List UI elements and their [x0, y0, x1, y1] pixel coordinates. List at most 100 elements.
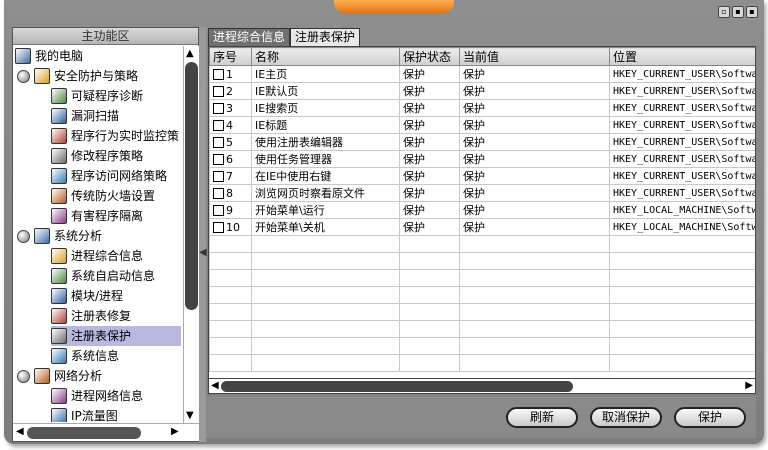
- row-checkbox[interactable]: [213, 153, 224, 165]
- table-row[interactable]: 3 IE搜索页 保护 保护 HKEY_CURRENT_USER\Software: [209, 99, 755, 117]
- table-row[interactable]: 9开始菜单\运行保护保护HKEY_LOCAL_MACHINE\Software: [209, 201, 755, 219]
- scroll-right-icon[interactable]: ▶: [745, 380, 753, 391]
- table-horizontal-scrollbar[interactable]: ◀ ▶: [208, 378, 756, 394]
- window-controls: ▫ ▪ ▪: [718, 6, 758, 18]
- row-number: 8: [226, 186, 233, 200]
- row-checkbox[interactable]: [213, 221, 224, 233]
- scroll-left-icon[interactable]: ◀: [16, 426, 24, 437]
- tree-item[interactable]: 修改程序策略: [51, 146, 143, 166]
- cell-name: 开始菜单\运行: [251, 201, 400, 219]
- close-icon[interactable]: ▪: [746, 6, 758, 18]
- cell-name: IE搜索页: [251, 99, 400, 117]
- scroll-thumb[interactable]: [185, 62, 198, 310]
- scroll-left-icon[interactable]: ◀: [211, 380, 219, 391]
- row-number-cell[interactable]: 4: [209, 116, 252, 134]
- scroll-thumb[interactable]: [221, 381, 573, 392]
- row-checkbox[interactable]: [213, 102, 224, 114]
- tree-item[interactable]: 模块/进程: [51, 286, 123, 306]
- row-checkbox[interactable]: [213, 85, 224, 97]
- tree-item[interactable]: 传统防火墙设置: [51, 186, 155, 206]
- column-header[interactable]: 名称: [251, 47, 400, 66]
- expand-toggle-icon[interactable]: [17, 369, 30, 383]
- table-row[interactable]: 5 使用注册表编辑器 保护 保护 HKEY_CURRENT_USER\Software: [209, 133, 755, 151]
- refresh-button[interactable]: 刷新: [506, 407, 578, 428]
- table-header-row: 序号 名称 保护状态 当前值 位置: [209, 47, 755, 66]
- tree-item[interactable]: 系统信息: [51, 346, 119, 366]
- expand-toggle-icon[interactable]: [17, 69, 30, 83]
- cell-status: 保护: [399, 82, 460, 100]
- magnifier-icon: [51, 108, 67, 124]
- scroll-thumb[interactable]: [27, 427, 141, 439]
- table-row[interactable]: 7 在IE中使用右键 保护 保护 HKEY_CURRENT_USER\Software: [209, 167, 755, 185]
- tree-item[interactable]: 进程网络信息: [51, 386, 143, 406]
- panel-splitter[interactable]: ◀: [199, 27, 207, 442]
- protect-button[interactable]: 保护: [674, 407, 746, 428]
- tree-vertical-scrollbar[interactable]: ▲ ▼: [183, 46, 199, 423]
- cell-value: 保护: [459, 150, 610, 168]
- tree-item[interactable]: 系统自启动信息: [51, 266, 155, 286]
- column-header[interactable]: 当前值: [459, 47, 610, 66]
- tree-item[interactable]: 程序访问网络策略: [51, 166, 167, 186]
- cell-name: 使用注册表编辑器: [251, 133, 400, 151]
- tree-item[interactable]: 可疑程序诊断: [51, 86, 143, 106]
- main-function-panel: 主功能区 我的电脑安全防护与策略可疑程序诊断 漏洞扫描 程序行为实时监控策 修改程序策…: [12, 27, 199, 442]
- tree-item[interactable]: 有害程序隔离: [51, 206, 143, 226]
- collapse-arrow-icon[interactable]: ◀: [199, 247, 207, 258]
- tree-item[interactable]: 注册表保护: [51, 326, 181, 346]
- table-row[interactable]: 4 IE标题 保护 保护 HKEY_CURRENT_USER\Software: [209, 116, 755, 134]
- tree-item[interactable]: IP流量图: [51, 406, 118, 422]
- expand-toggle-icon[interactable]: [17, 229, 30, 243]
- row-number-cell[interactable]: 1: [209, 65, 252, 83]
- panel-header: 主功能区: [13, 28, 198, 45]
- row-number-cell[interactable]: 2: [209, 82, 252, 100]
- row-number: 10: [226, 220, 240, 234]
- row-checkbox[interactable]: [213, 170, 224, 182]
- row-number-cell[interactable]: 3: [209, 99, 252, 117]
- table-row[interactable]: 10开始菜单\关机保护保护HKEY_LOCAL_MACHINE\Software: [209, 218, 755, 236]
- scroll-down-icon[interactable]: ▼: [186, 410, 194, 421]
- table-row[interactable]: 8 浏览网页时察看原文件 保护 保护 HKEY_CURRENT_USER\Softwar…: [209, 184, 755, 202]
- row-number-cell[interactable]: 10: [209, 218, 252, 236]
- tree-item[interactable]: 我的电脑: [15, 46, 83, 66]
- cell-name: 在IE中使用右键: [251, 167, 400, 185]
- tree-item[interactable]: 安全防护与策略: [17, 66, 138, 86]
- row-number-cell[interactable]: 5: [209, 133, 252, 151]
- maximize-icon[interactable]: ▪: [732, 6, 744, 18]
- scroll-up-icon[interactable]: ▲: [186, 48, 194, 59]
- column-header[interactable]: 保护状态: [399, 47, 460, 66]
- tab-registry-protect[interactable]: 注册表保护: [290, 28, 361, 46]
- row-checkbox[interactable]: [213, 119, 224, 131]
- column-header[interactable]: 序号: [209, 47, 252, 66]
- table-row[interactable]: 2 IE默认页 保护 保护 HKEY_CURRENT_USER\Software: [209, 82, 755, 100]
- tree-horizontal-scrollbar[interactable]: ◀ ▶: [13, 423, 199, 441]
- restore-icon[interactable]: ▫: [718, 6, 730, 18]
- tree-item[interactable]: 系统分析: [17, 226, 102, 246]
- tab-strip: 进程综合信息 注册表保护: [208, 28, 361, 46]
- cell-status: 保护: [399, 184, 460, 202]
- diagnose-icon: [51, 88, 67, 104]
- empty-row: [209, 303, 755, 321]
- tab-process-info[interactable]: 进程综合信息: [208, 28, 291, 46]
- tree-item-label: 系统分析: [54, 229, 103, 243]
- unprotect-button[interactable]: 取消保护: [590, 407, 662, 428]
- tree-item[interactable]: 程序行为实时监控策: [51, 126, 179, 146]
- row-number-cell[interactable]: 6: [209, 150, 252, 168]
- row-checkbox[interactable]: [213, 204, 224, 216]
- tree-item[interactable]: 漏洞扫描: [51, 106, 119, 126]
- column-header[interactable]: 位置: [609, 47, 755, 66]
- tree-item-label: 安全防护与策略: [54, 69, 139, 83]
- tree-item[interactable]: 网络分析: [17, 366, 102, 386]
- cell-name: IE主页: [251, 65, 400, 83]
- row-checkbox[interactable]: [213, 187, 224, 199]
- table-row[interactable]: 1 IE主页 保护 保护 HKEY_CURRENT_USER\Software: [209, 65, 755, 83]
- scroll-right-icon[interactable]: ▶: [171, 426, 179, 437]
- table-row[interactable]: 6 使用任务管理器 保护 保护 HKEY_CURRENT_USER\Software: [209, 150, 755, 168]
- row-number-cell[interactable]: 8: [209, 184, 252, 202]
- row-number-cell[interactable]: 9: [209, 201, 252, 219]
- row-checkbox[interactable]: [213, 136, 224, 148]
- row-number-cell[interactable]: 7: [209, 167, 252, 185]
- tree-item[interactable]: 进程综合信息: [51, 246, 143, 266]
- tree-item[interactable]: 注册表修复: [51, 306, 131, 326]
- cell-name: 使用任务管理器: [251, 150, 400, 168]
- row-checkbox[interactable]: [213, 68, 224, 80]
